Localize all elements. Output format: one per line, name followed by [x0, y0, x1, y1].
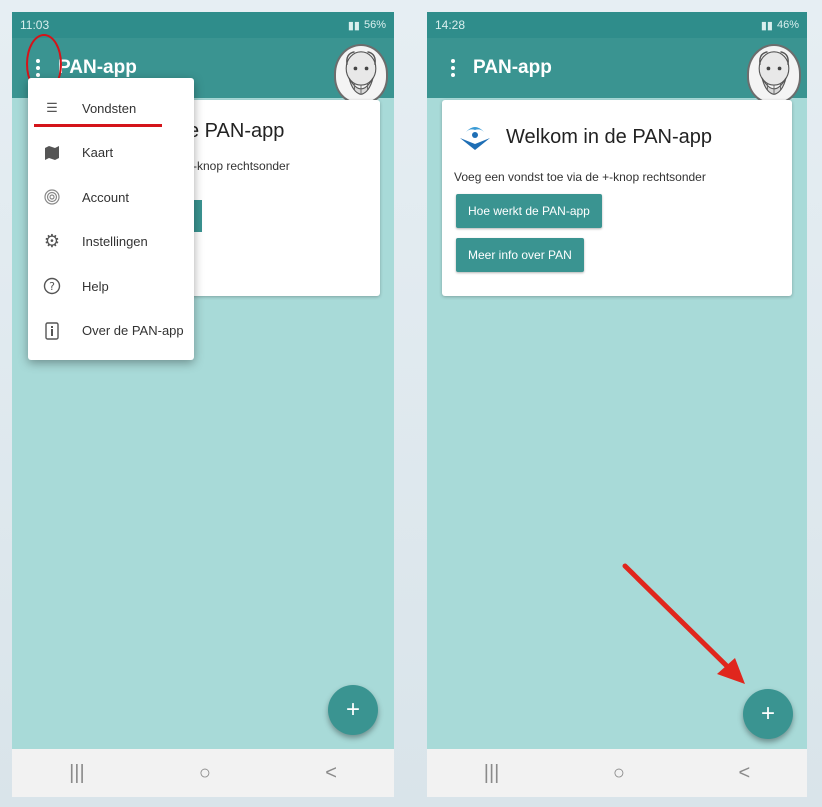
add-button[interactable]: + — [328, 685, 378, 735]
avatar[interactable] — [334, 44, 388, 104]
list-icon: ☰ — [46, 100, 58, 116]
menu-item-account[interactable]: Account — [28, 175, 194, 220]
add-button[interactable]: + — [743, 689, 793, 739]
highlight-underline — [34, 124, 162, 127]
battery-level: 46% — [776, 19, 799, 31]
phone-right: 14:28 ▮▮ 46% PAN-app Welkom in de PAN-ap… — [427, 12, 807, 797]
menu-item-help[interactable]: ? Help — [28, 264, 194, 309]
menu-item-vondsten[interactable]: ☰ Vondsten — [28, 86, 194, 131]
recent-apps-button[interactable]: ||| — [69, 762, 85, 785]
card-title: Welkom in de PAN-app — [506, 125, 713, 148]
back-button[interactable]: < — [325, 762, 337, 785]
menu-item-label: Instellingen — [82, 234, 148, 250]
home-button[interactable]: ○ — [613, 762, 625, 785]
statue-head-icon — [758, 51, 790, 95]
card-text-partial: +-knop rechtsonder — [186, 159, 290, 173]
menu-item-kaart[interactable]: Kaart — [28, 131, 194, 176]
more-info-button[interactable]: Meer info over PAN — [456, 238, 584, 272]
status-icons: ▮▮ 56% — [348, 19, 386, 32]
pointer-arrow — [622, 563, 745, 684]
card-title-partial: e PAN-app — [188, 120, 285, 142]
back-button[interactable]: < — [739, 762, 751, 785]
help-icon: ? — [42, 276, 62, 296]
app-bar: PAN-app — [427, 38, 807, 104]
menu-dots-icon[interactable] — [435, 46, 471, 90]
status-time: 11:03 — [20, 18, 50, 32]
status-icons: ▮▮ 46% — [761, 19, 799, 32]
gear-icon: ⚙ — [43, 231, 61, 252]
home-button[interactable]: ○ — [199, 762, 211, 785]
status-time: 14:28 — [435, 18, 466, 32]
app-title: PAN-app — [473, 57, 552, 78]
battery-level: 56% — [363, 19, 386, 31]
status-bar: 14:28 ▮▮ 46% — [427, 12, 807, 38]
map-icon — [42, 143, 62, 163]
card-header: Welkom in de PAN-app — [442, 100, 792, 156]
card-text: Voeg een vondst toe via de +-knop rechts… — [454, 170, 706, 184]
menu-item-label: Help — [82, 278, 109, 294]
system-nav-bar: ||| ○ < — [427, 749, 807, 797]
welcome-card: Welkom in de PAN-app Voeg een vondst toe… — [442, 100, 792, 296]
signal-icon: ▮▮ — [760, 19, 773, 32]
signal-icon: ▮▮ — [347, 19, 360, 32]
recent-apps-button[interactable]: ||| — [484, 762, 500, 785]
avatar[interactable] — [747, 44, 801, 104]
status-bar: 11:03 ▮▮ 56% — [12, 12, 394, 38]
system-nav-bar: ||| ○ < — [12, 749, 394, 797]
phone-left: 11:03 ▮▮ 56% PAN-app e PAN-app +-knop re… — [12, 12, 394, 797]
how-it-works-button[interactable]: Hoe werkt de PAN-app — [456, 194, 602, 228]
pan-logo-icon — [460, 127, 490, 150]
menu-item-label: Over de PAN-app — [82, 323, 184, 339]
overflow-menu: ☰ Vondsten Kaart Account ⚙ Instellingen — [28, 78, 194, 360]
welcome-card-partial: e PAN-app +-knop rechtsonder — [172, 100, 380, 296]
menu-item-label: Account — [82, 189, 129, 205]
menu-item-over[interactable]: Over de PAN-app — [28, 309, 194, 354]
app-title: PAN-app — [58, 57, 137, 78]
statue-head-icon — [345, 51, 377, 95]
svg-text:?: ? — [49, 280, 55, 293]
fingerprint-icon — [42, 187, 62, 207]
info-icon — [42, 321, 62, 341]
menu-item-label: Vondsten — [82, 100, 137, 116]
menu-item-label: Kaart — [82, 145, 114, 161]
menu-item-instellingen[interactable]: ⚙ Instellingen — [28, 220, 194, 265]
screenshot-frame: 11:03 ▮▮ 56% PAN-app e PAN-app +-knop re… — [0, 0, 822, 807]
